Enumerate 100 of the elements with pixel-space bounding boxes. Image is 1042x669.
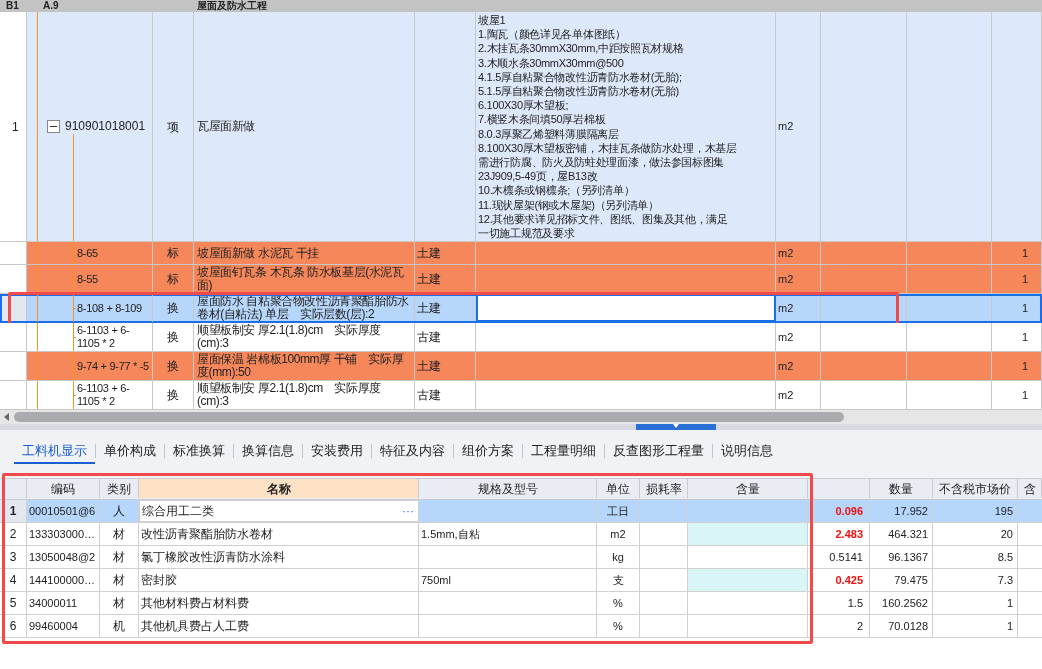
table-cell-text: m2 xyxy=(778,119,794,135)
feature-line: 1.陶瓦（颜色详见各单体图纸） xyxy=(478,27,626,42)
table-cell-text: 20 xyxy=(1000,527,1013,542)
input-field[interactable]: 综合用工二类 ··· xyxy=(139,500,419,523)
table-cell: 坡屋面新做 水泥瓦 干挂 xyxy=(197,246,319,260)
table-cell-text: 古建 xyxy=(417,387,441,405)
table-cell-text: 材 xyxy=(113,549,125,567)
table-cell-text: 换 xyxy=(167,300,179,318)
table-cell-text: 1.5 xyxy=(847,596,863,611)
scroll-left-icon[interactable] xyxy=(4,413,10,422)
table-cell-text: 00010501@6 xyxy=(29,504,96,519)
table-cell: 9-74 + 9-77 * -5 xyxy=(77,359,149,373)
feature-line: 7.横竖木条间填50厚岩棉板 xyxy=(478,112,606,127)
collapse-icon[interactable] xyxy=(47,120,60,134)
tab[interactable]: 反查图形工程量 xyxy=(605,438,712,465)
tab[interactable]: 安装费用 xyxy=(303,438,371,465)
table-cell-text: 屋面保温 岩棉板100mm厚 干铺 实际厚度(mm):50 xyxy=(197,353,405,380)
table-cell-text: m2 xyxy=(778,246,794,261)
table-cell-text: 144100000… xyxy=(29,573,96,588)
column-header[interactable]: 单位 xyxy=(597,479,640,499)
table-cell-text: 1 xyxy=(1021,272,1028,287)
table-cell-text: A.9 xyxy=(42,0,60,12)
tab[interactable]: 组价方案 xyxy=(454,438,522,465)
table-cell-text: 70.0128 xyxy=(888,619,928,634)
column-header[interactable]: 不含税市场价 xyxy=(933,479,1018,499)
table-cell-text: 支 xyxy=(612,573,624,588)
feature-line: 6.100X30厚木望板; xyxy=(478,98,569,113)
row-number: B1 xyxy=(5,0,20,12)
table-cell-text: 0.425 xyxy=(835,573,863,588)
table-cell-text: 464.321 xyxy=(888,527,928,542)
table-cell-text: 古建 xyxy=(417,329,441,347)
tab[interactable]: 特征及内容 xyxy=(372,438,453,465)
feature-line: 23J909,5-49页，屋B13改 xyxy=(478,169,598,184)
table-cell-text: 密封胶 xyxy=(141,572,177,590)
table-cell-text: 顺望板制安 厚2.1(1.8)cm 实际厚度(cm):3 xyxy=(197,324,382,351)
feature-line: 11.现状屋架(钢或木屋架)（另列清单） xyxy=(478,197,659,212)
column-header[interactable]: 规格及型号 xyxy=(419,479,597,499)
table-cell-text: m2 xyxy=(778,388,794,403)
column-header[interactable]: 含量 xyxy=(688,479,808,499)
tab[interactable]: 单价构成 xyxy=(96,438,164,465)
table-cell-text: 17.952 xyxy=(894,504,928,519)
table-cell: 瓦屋面新做 xyxy=(197,120,255,134)
column-header[interactable]: 含 xyxy=(1018,479,1042,499)
column-header[interactable]: 数量 xyxy=(870,479,933,499)
table-cell-text: 1 xyxy=(1021,330,1028,345)
row-header[interactable] xyxy=(0,265,27,294)
table-cell-text: 屋面防水 自粘聚合物改性沥青聚酯胎防水卷材(自粘法) 单层 实际层数(层):2 xyxy=(197,295,410,322)
feature-line: 3.木顺水条30mmX30mm@500 xyxy=(478,55,624,70)
table-cell-text: 土建 xyxy=(417,358,441,376)
column-header[interactable]: 编码 xyxy=(27,479,100,499)
table-cell-text: 项 xyxy=(167,118,179,136)
column-header[interactable]: 损耗率 xyxy=(640,479,688,499)
table-cell-text: 氯丁橡胶改性沥青防水涂料 xyxy=(141,549,285,567)
table-cell-text: 标 xyxy=(167,271,179,289)
table-cell-text: 1 xyxy=(1021,359,1028,374)
table-cell-text: 土建 xyxy=(417,271,441,289)
table-cell-text: % xyxy=(613,596,623,611)
table-cell: 8-55 xyxy=(77,272,98,286)
table-cell-text: 机 xyxy=(113,618,125,636)
table-cell-text: 土建 xyxy=(417,300,441,318)
table-cell-text: m2 xyxy=(610,527,626,542)
tab[interactable]: 标准换算 xyxy=(165,438,233,465)
table-cell-text: 工日 xyxy=(607,504,629,519)
feature-line: 4.1.5厚自粘聚合物改性沥青防水卷材(无胎); xyxy=(478,69,682,84)
table-cell-text: 0.096 xyxy=(835,504,863,519)
table-cell-text: 2 xyxy=(856,619,863,634)
table-cell-text: 1.5mm,自粘 xyxy=(421,527,480,542)
row-header[interactable]: 1 xyxy=(0,12,27,242)
table-cell: 8-65 xyxy=(77,246,98,260)
table-cell-text: 195 xyxy=(994,504,1013,519)
table-cell-text: 1 xyxy=(1006,596,1013,611)
tab[interactable]: 工料机显示 xyxy=(14,438,95,465)
table-cell-text: 屋面及防水工程 xyxy=(196,0,268,12)
table-cell-text: m2 xyxy=(778,330,794,345)
table-cell-text: 1 xyxy=(1021,246,1028,261)
feature-line: 需进行防腐、防火及防蛀处理面漆，做法参国标图集 xyxy=(478,155,725,170)
feature-line: 坡屋1 xyxy=(478,13,506,28)
table-cell-text: 换 xyxy=(167,329,179,347)
table-cell-text: 160.2562 xyxy=(882,596,928,611)
splitter-handle[interactable] xyxy=(636,424,716,431)
table-cell-text: 96.1367 xyxy=(888,550,928,565)
tab[interactable]: 换算信息 xyxy=(234,438,302,465)
table-cell-text: m2 xyxy=(778,301,794,316)
tab[interactable]: 说明信息 xyxy=(713,438,781,465)
feature-line: 2.木挂瓦条30mmX30mm,中距按照瓦材规格 xyxy=(478,41,684,56)
feature-line: 5.1.5厚自粘聚合物改性沥青防水卷材(无胎) xyxy=(478,84,679,99)
table-cell-text: 8.5 xyxy=(997,550,1013,565)
input-field[interactable] xyxy=(476,294,776,323)
tab[interactable]: 工程量明细 xyxy=(523,438,604,465)
table-cell: 8-108 + 8-109 xyxy=(77,301,142,315)
table-cell-text: 材 xyxy=(113,595,125,613)
table-cell-text: 坡屋面钉瓦条 木瓦条 防水板基层(水泥瓦面) xyxy=(197,266,405,293)
table-cell-text: 34000011 xyxy=(29,596,78,611)
scrollbar-thumb[interactable] xyxy=(14,412,844,423)
table-cell-text: 1 xyxy=(1006,619,1013,634)
feature-line: 8.100X30厚木望板密铺，木挂瓦条做防水处理，木基层 xyxy=(478,140,737,156)
column-header[interactable]: 名称 xyxy=(139,479,419,499)
more-button[interactable]: ··· xyxy=(400,506,416,517)
table-cell-text: 1 xyxy=(1021,301,1028,316)
table-cell-text: 材 xyxy=(113,572,125,590)
